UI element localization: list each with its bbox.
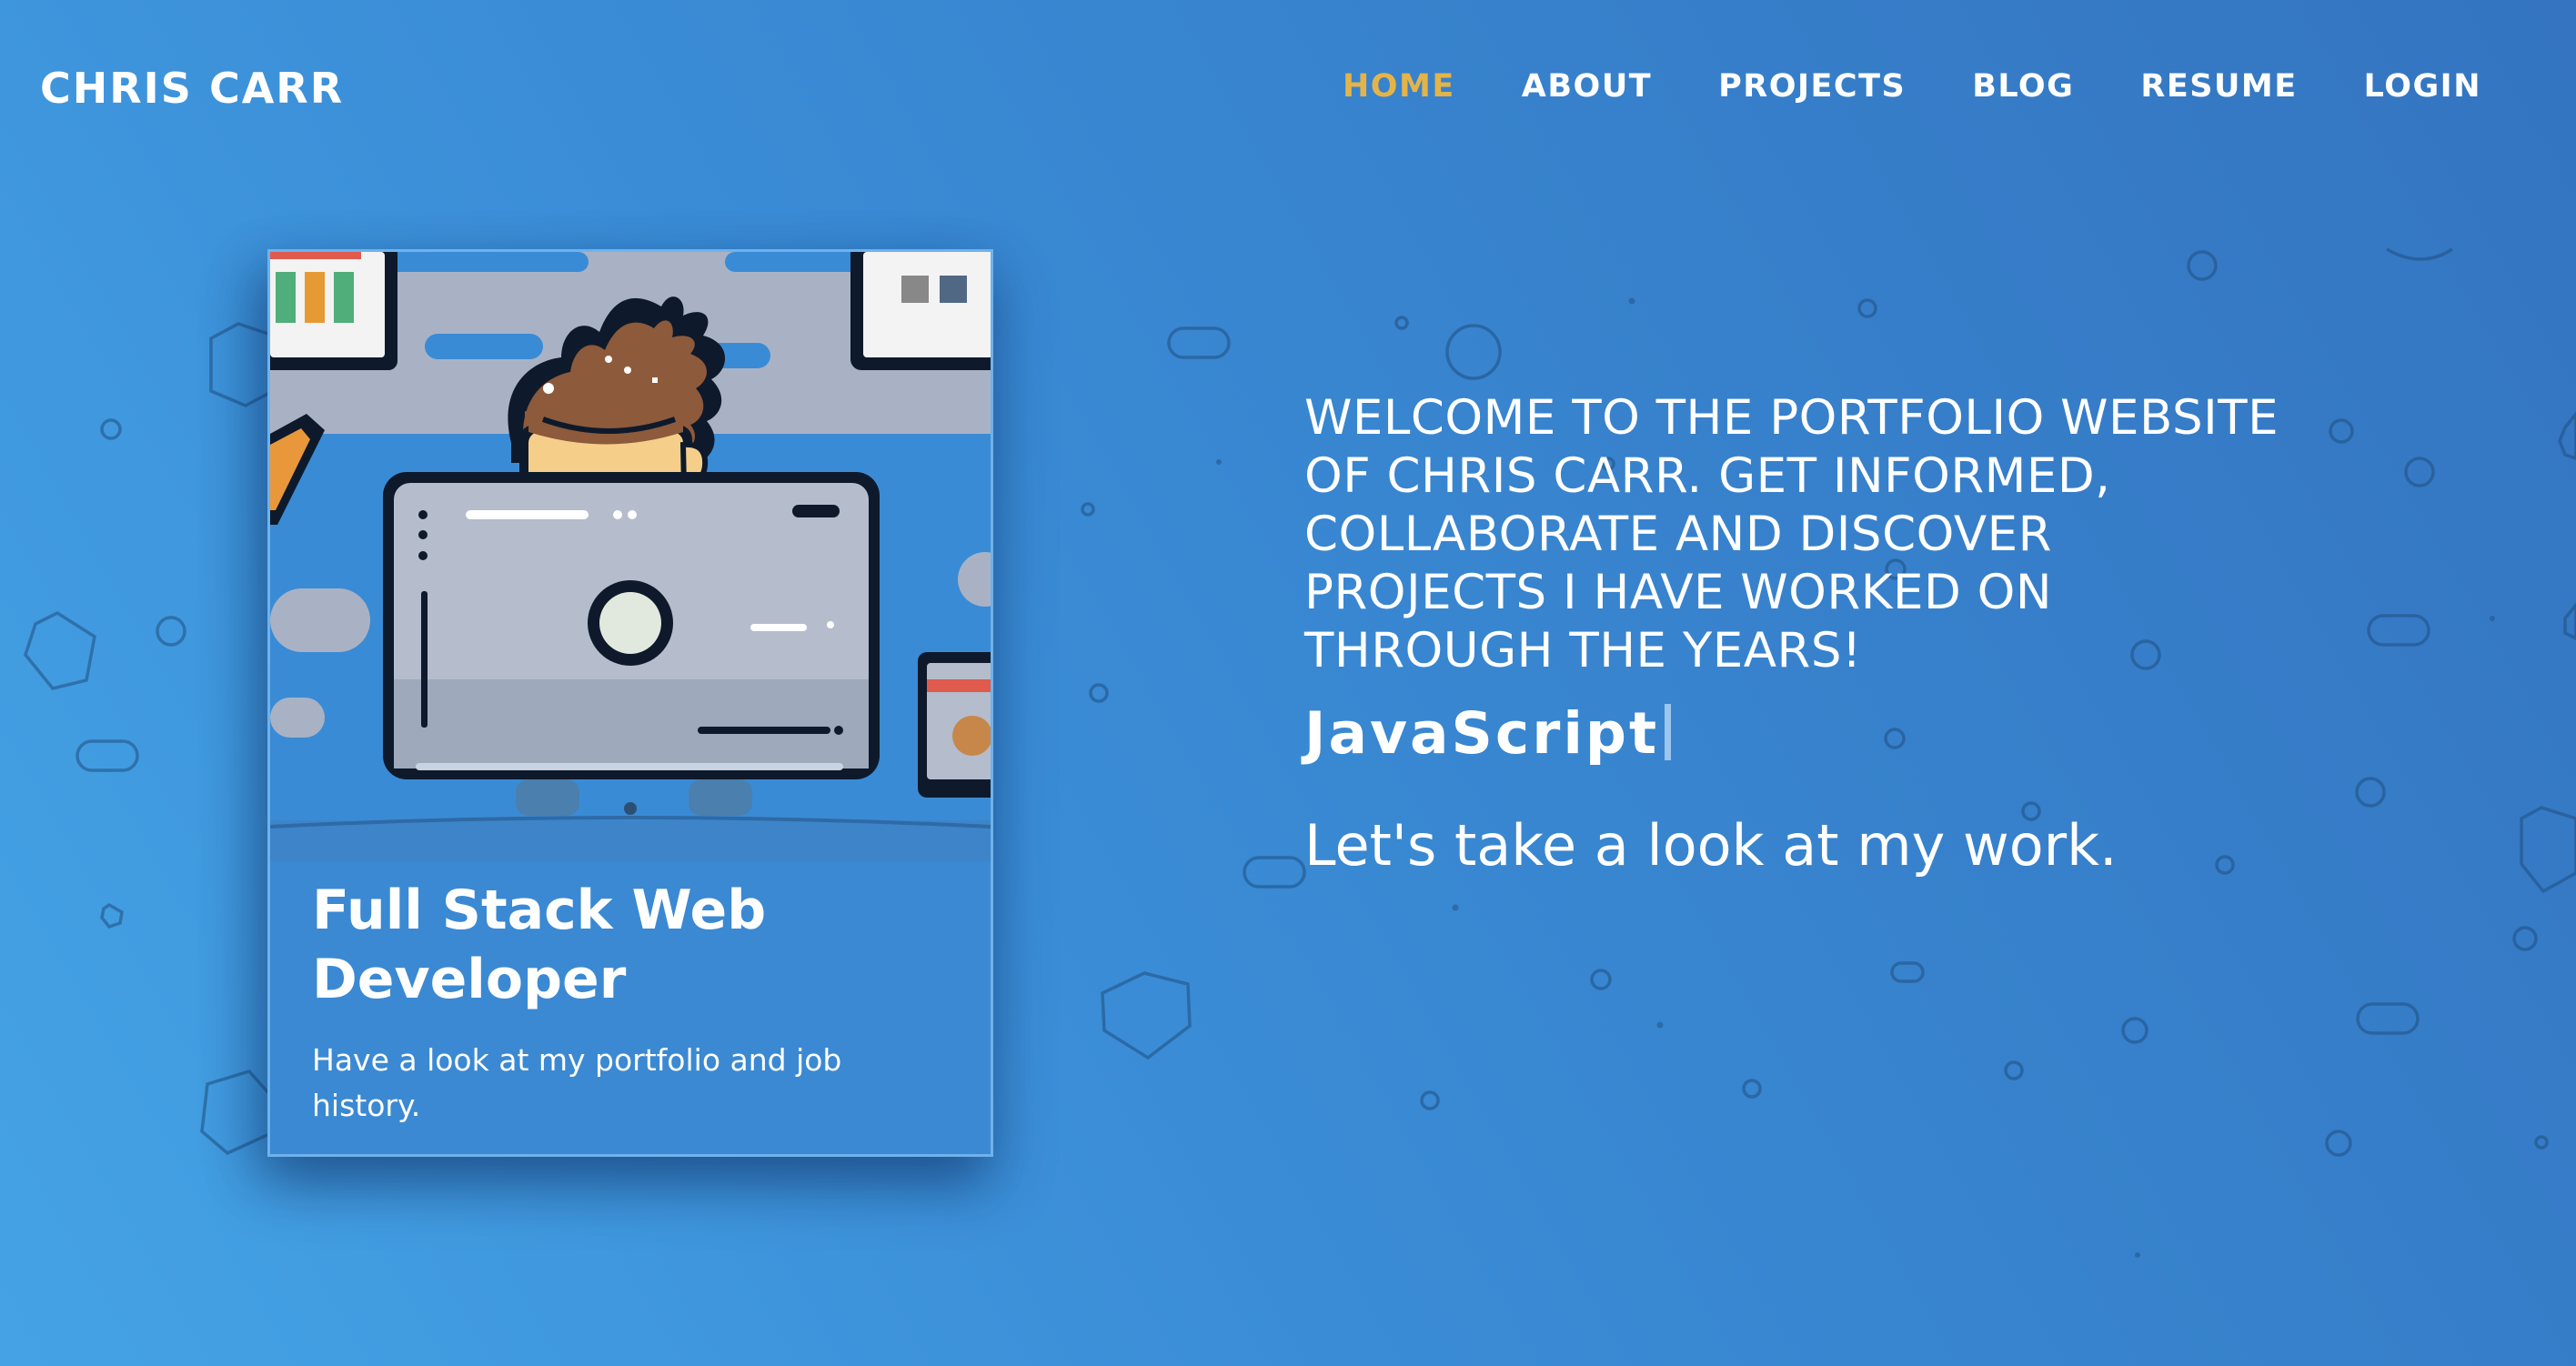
- main-nav: HOME ABOUT PROJECTS BLOG RESUME LOGIN: [1276, 68, 2481, 105]
- nav-about[interactable]: ABOUT: [1522, 68, 1652, 105]
- card-description: Have a look at my portfolio and job hist…: [312, 1042, 842, 1123]
- nav-resume[interactable]: RESUME: [2140, 68, 2297, 105]
- nav-login[interactable]: LOGIN: [2364, 68, 2481, 105]
- hero-section: WELCOME TO THE PORTFOLIO WEBSITE OF CHRI…: [1304, 389, 2305, 879]
- card-body: Full Stack Web Developer Have a look at …: [312, 876, 954, 1129]
- nav-projects[interactable]: PROJECTS: [1718, 68, 1906, 105]
- typed-word: JavaScript: [1304, 700, 1660, 767]
- card-title: Full Stack Web Developer: [312, 879, 767, 1011]
- hero-cta-text: Let's take a look at my work.: [1304, 812, 2118, 879]
- developer-illustration-icon: [270, 252, 991, 861]
- hero-welcome-text: WELCOME TO THE PORTFOLIO WEBSITE OF CHRI…: [1304, 390, 2279, 678]
- profile-card[interactable]: Full Stack Web Developer Have a look at …: [267, 249, 993, 1157]
- typing-cursor: [1665, 704, 1672, 760]
- nav-home[interactable]: HOME: [1343, 68, 1455, 105]
- nav-blog[interactable]: BLOG: [1972, 68, 2074, 105]
- typed-text: JavaScript: [1304, 700, 2305, 767]
- brand-logo-link[interactable]: CHRIS CARR: [40, 64, 344, 113]
